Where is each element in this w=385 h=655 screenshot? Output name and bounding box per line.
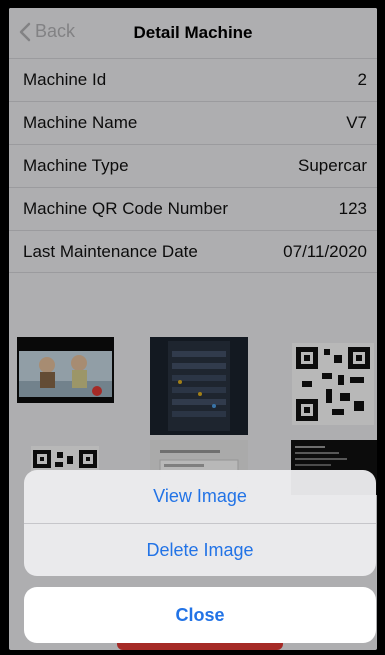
action-sheet: View Image Delete Image bbox=[24, 470, 376, 576]
close-button[interactable]: Close bbox=[24, 587, 376, 643]
view-image-button[interactable]: View Image bbox=[24, 470, 376, 523]
delete-image-button[interactable]: Delete Image bbox=[24, 523, 376, 576]
screen: Back Detail Machine Machine Id 2 Machine… bbox=[9, 8, 377, 650]
